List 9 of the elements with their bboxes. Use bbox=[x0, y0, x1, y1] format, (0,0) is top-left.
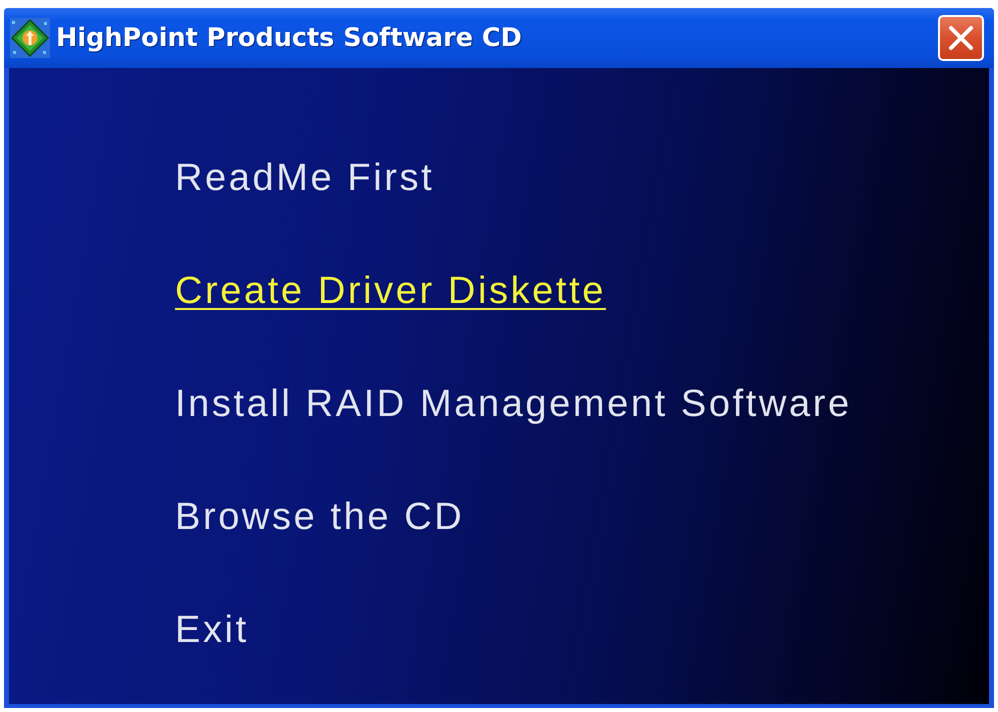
menu-link[interactable]: Exit bbox=[175, 608, 249, 652]
menu-link[interactable]: Create Driver Diskette bbox=[175, 269, 606, 313]
menu-link[interactable]: Browse the CD bbox=[175, 495, 464, 539]
window-title: HighPoint Products Software CD bbox=[56, 23, 523, 53]
menu-link[interactable]: ReadMe First bbox=[175, 156, 434, 200]
close-icon bbox=[948, 25, 974, 51]
diamond-icon bbox=[10, 18, 50, 58]
close-button[interactable] bbox=[938, 15, 984, 61]
menu-link[interactable]: Install RAID Management Software bbox=[175, 382, 852, 426]
